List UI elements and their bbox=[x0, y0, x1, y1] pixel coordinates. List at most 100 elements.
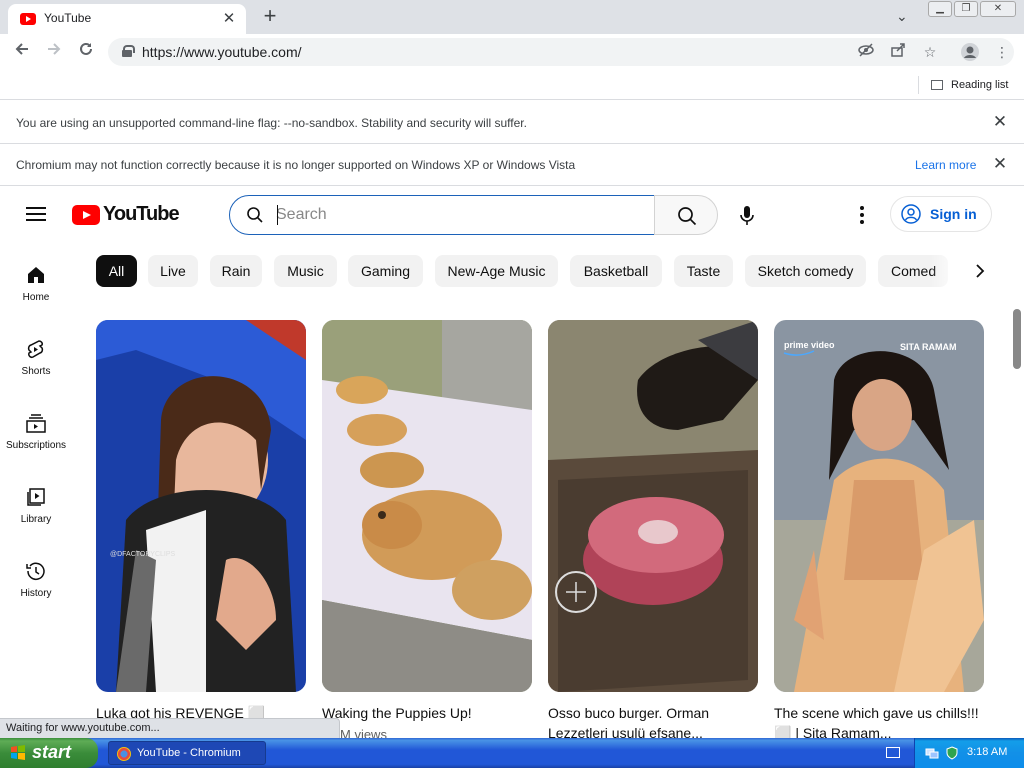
sita-ramam-thumbnail-image: prime video SITA RAMAM bbox=[774, 320, 984, 692]
thumbnail-watermark: @DFACTORYCLIPS bbox=[110, 551, 176, 558]
video-thumbnail[interactable] bbox=[322, 320, 532, 692]
infobar-close-icon[interactable]: ✕ bbox=[990, 154, 1010, 174]
minimize-button[interactable]: ▁ bbox=[928, 1, 952, 17]
chip-taste[interactable]: Taste bbox=[674, 255, 733, 287]
chip-new-age-music[interactable]: New-Age Music bbox=[435, 255, 558, 287]
browser-toolbar: https://www.youtube.com/ ☆ ⋮ bbox=[0, 34, 1024, 70]
reading-list-label: Reading list bbox=[951, 79, 1009, 91]
video-title[interactable]: Waking the Puppies Up! bbox=[322, 703, 532, 723]
sidenav-home[interactable]: Home bbox=[0, 264, 72, 324]
restore-button[interactable]: ❐ bbox=[954, 1, 978, 17]
address-bar[interactable]: https://www.youtube.com/ ☆ ⋮ bbox=[108, 38, 1014, 66]
text-caret bbox=[277, 205, 278, 225]
video-thumbnail[interactable] bbox=[548, 320, 758, 692]
sidenav-label: History bbox=[20, 588, 52, 599]
reading-list-button[interactable]: Reading list bbox=[918, 76, 1008, 94]
url-text: https://www.youtube.com/ bbox=[142, 44, 302, 60]
sign-in-label: Sign in bbox=[930, 206, 977, 222]
security-shield-icon[interactable] bbox=[945, 746, 959, 760]
chip-basketball[interactable]: Basketball bbox=[570, 255, 662, 287]
reload-icon bbox=[80, 42, 92, 55]
sidenav-library[interactable]: Library bbox=[0, 486, 72, 546]
youtube-logo-text: YouTube bbox=[103, 203, 180, 225]
infobar-message: You are using an unsupported command-lin… bbox=[16, 116, 527, 130]
referee-thumbnail-image: @DFACTORYCLIPS bbox=[96, 320, 306, 692]
bookmark-bar: Reading list bbox=[0, 70, 1024, 100]
windows-taskbar: start YouTube - Chromium 3:18 AM bbox=[0, 738, 1024, 768]
chip-next-chevron-icon[interactable] bbox=[964, 255, 996, 287]
video-thumbnail[interactable]: prime video SITA RAMAM bbox=[774, 320, 984, 692]
youtube-favicon-icon bbox=[20, 13, 36, 25]
back-arrow-icon bbox=[15, 43, 28, 55]
youtube-play-logo-icon bbox=[72, 205, 100, 225]
sidenav-history[interactable]: History bbox=[0, 560, 72, 620]
page-scrollbar-thumb[interactable] bbox=[1013, 309, 1021, 369]
start-button[interactable]: start bbox=[0, 738, 98, 768]
infobar-close-icon[interactable]: ✕ bbox=[990, 112, 1010, 132]
chromium-icon bbox=[117, 747, 131, 761]
video-title[interactable]: The scene which gave us chills!!!⬜ | Sit… bbox=[774, 703, 984, 738]
no-sandbox-infobar: You are using an unsupported command-lin… bbox=[0, 102, 1024, 144]
sidenav-label: Home bbox=[22, 292, 50, 303]
subscriptions-icon bbox=[26, 414, 46, 433]
search-icon bbox=[247, 207, 263, 223]
puppies-thumbnail-image bbox=[322, 320, 532, 692]
forward-button[interactable] bbox=[42, 40, 66, 64]
search-button[interactable] bbox=[654, 195, 718, 235]
video-title[interactable]: Osso buco burger. Orman Lezzetleri usulü… bbox=[548, 703, 758, 738]
browser-tab[interactable]: YouTube ✕ bbox=[8, 4, 246, 34]
sidenav-subscriptions[interactable]: Subscriptions bbox=[0, 412, 72, 472]
search-box[interactable]: I bbox=[229, 195, 673, 235]
video-thumbnail[interactable]: @DFACTORYCLIPS bbox=[96, 320, 306, 692]
history-icon bbox=[26, 562, 45, 580]
voice-search-button[interactable] bbox=[730, 199, 764, 233]
lock-icon[interactable] bbox=[122, 45, 135, 57]
learn-more-link[interactable]: Learn more bbox=[915, 158, 976, 172]
start-label: start bbox=[32, 742, 72, 762]
browser-menu-icon[interactable]: ⋮ bbox=[992, 42, 1012, 62]
chip-gaming[interactable]: Gaming bbox=[348, 255, 423, 287]
network-icon[interactable] bbox=[925, 746, 939, 760]
chip-music[interactable]: Music bbox=[274, 255, 337, 287]
chip-all[interactable]: All bbox=[96, 255, 137, 287]
chip-fade bbox=[930, 255, 964, 287]
youtube-page: YouTube I Sign in Home Shorts Subscripti… bbox=[0, 187, 1024, 738]
home-icon bbox=[28, 267, 44, 283]
search-icon bbox=[678, 207, 697, 226]
clock[interactable]: 3:18 AM bbox=[967, 746, 1007, 758]
chip-live[interactable]: Live bbox=[148, 255, 198, 287]
search-input[interactable] bbox=[276, 204, 636, 226]
tab-strip: YouTube ✕ + ⌄ ▁ ❐ ✕ bbox=[0, 0, 1024, 34]
unsupported-os-infobar: Chromium may not function correctly beca… bbox=[0, 144, 1024, 186]
close-tab-icon[interactable]: ✕ bbox=[220, 9, 238, 27]
tracking-protection-eye-icon[interactable] bbox=[856, 42, 876, 62]
system-tray: 3:18 AM bbox=[914, 738, 1024, 768]
sidenav-label: Library bbox=[20, 514, 52, 525]
sidenav-label: Subscriptions bbox=[5, 440, 67, 451]
guide-menu-icon[interactable] bbox=[26, 207, 46, 221]
status-bubble: Waiting for www.youtube.com... bbox=[0, 718, 340, 738]
sidenav-shorts[interactable]: Shorts bbox=[0, 338, 72, 398]
account-circle-icon bbox=[901, 204, 921, 224]
forward-arrow-icon bbox=[48, 43, 61, 55]
tab-title: YouTube bbox=[44, 11, 92, 25]
taskbar-item-chromium[interactable]: YouTube - Chromium bbox=[108, 741, 266, 765]
page-scrollbar[interactable] bbox=[1010, 187, 1024, 738]
chip-rain[interactable]: Rain bbox=[210, 255, 262, 287]
windows-flag-icon bbox=[11, 745, 25, 760]
chip-sketch-comedy[interactable]: Sketch comedy bbox=[745, 255, 866, 287]
close-window-button[interactable]: ✕ bbox=[980, 1, 1016, 17]
bookmark-star-icon[interactable]: ☆ bbox=[920, 42, 940, 62]
sign-in-button[interactable]: Sign in bbox=[890, 196, 992, 232]
keyboard-icon[interactable] bbox=[886, 747, 900, 758]
osso-buco-thumbnail-image bbox=[548, 320, 758, 692]
reload-button[interactable] bbox=[74, 40, 98, 64]
reading-list-icon bbox=[931, 80, 943, 91]
profile-avatar-icon[interactable] bbox=[960, 42, 980, 62]
settings-more-icon[interactable] bbox=[850, 203, 874, 227]
tab-search-chevron-icon[interactable]: ⌄ bbox=[896, 8, 908, 25]
back-button[interactable] bbox=[10, 40, 34, 64]
infobar-message: Chromium may not function correctly beca… bbox=[16, 158, 576, 172]
new-tab-button[interactable]: + bbox=[258, 4, 282, 28]
share-icon[interactable] bbox=[888, 42, 908, 62]
